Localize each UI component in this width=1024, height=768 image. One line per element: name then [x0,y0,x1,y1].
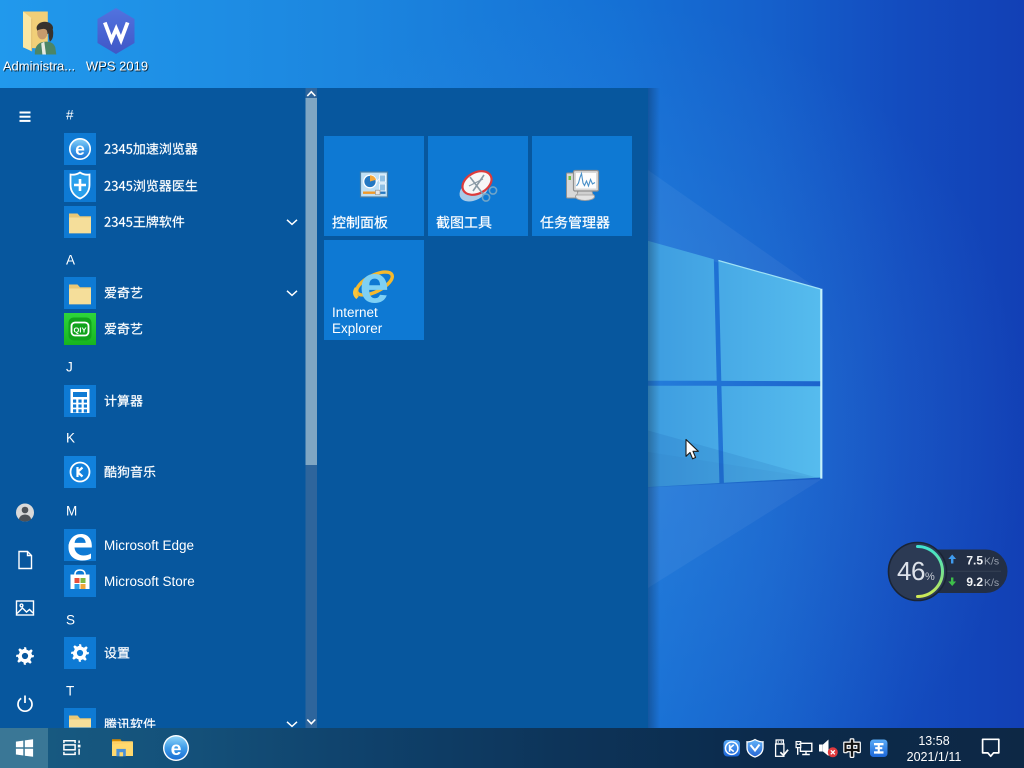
svg-text:13:58: 13:58 [918,734,949,748]
svg-text:K/s: K/s [984,556,999,568]
svg-text:9.2: 9.2 [966,575,983,589]
svg-text:Internet: Internet [332,305,378,320]
svg-text:2021/1/11: 2021/1/11 [907,750,962,764]
svg-text:7.5: 7.5 [966,554,983,568]
svg-text:Microsoft Edge: Microsoft Edge [104,538,194,553]
svg-text:Explorer: Explorer [332,321,383,336]
svg-text:e: e [171,738,182,760]
svg-text:e: e [75,139,85,159]
svg-text:QIY: QIY [74,326,87,335]
svg-text:M: M [66,504,77,519]
svg-text:S: S [66,613,75,628]
svg-text:WPS 2019: WPS 2019 [86,59,148,74]
svg-text:J: J [66,360,73,375]
svg-text:K: K [66,431,75,446]
svg-text:Microsoft Store: Microsoft Store [104,574,195,589]
svg-text:Administra...: Administra... [3,59,75,74]
svg-text:#: # [66,108,74,123]
svg-text:46: 46 [897,556,925,586]
svg-text:T: T [66,684,74,699]
svg-text:A: A [66,253,75,268]
svg-text:%: % [925,571,935,583]
svg-text:K/s: K/s [984,577,999,589]
